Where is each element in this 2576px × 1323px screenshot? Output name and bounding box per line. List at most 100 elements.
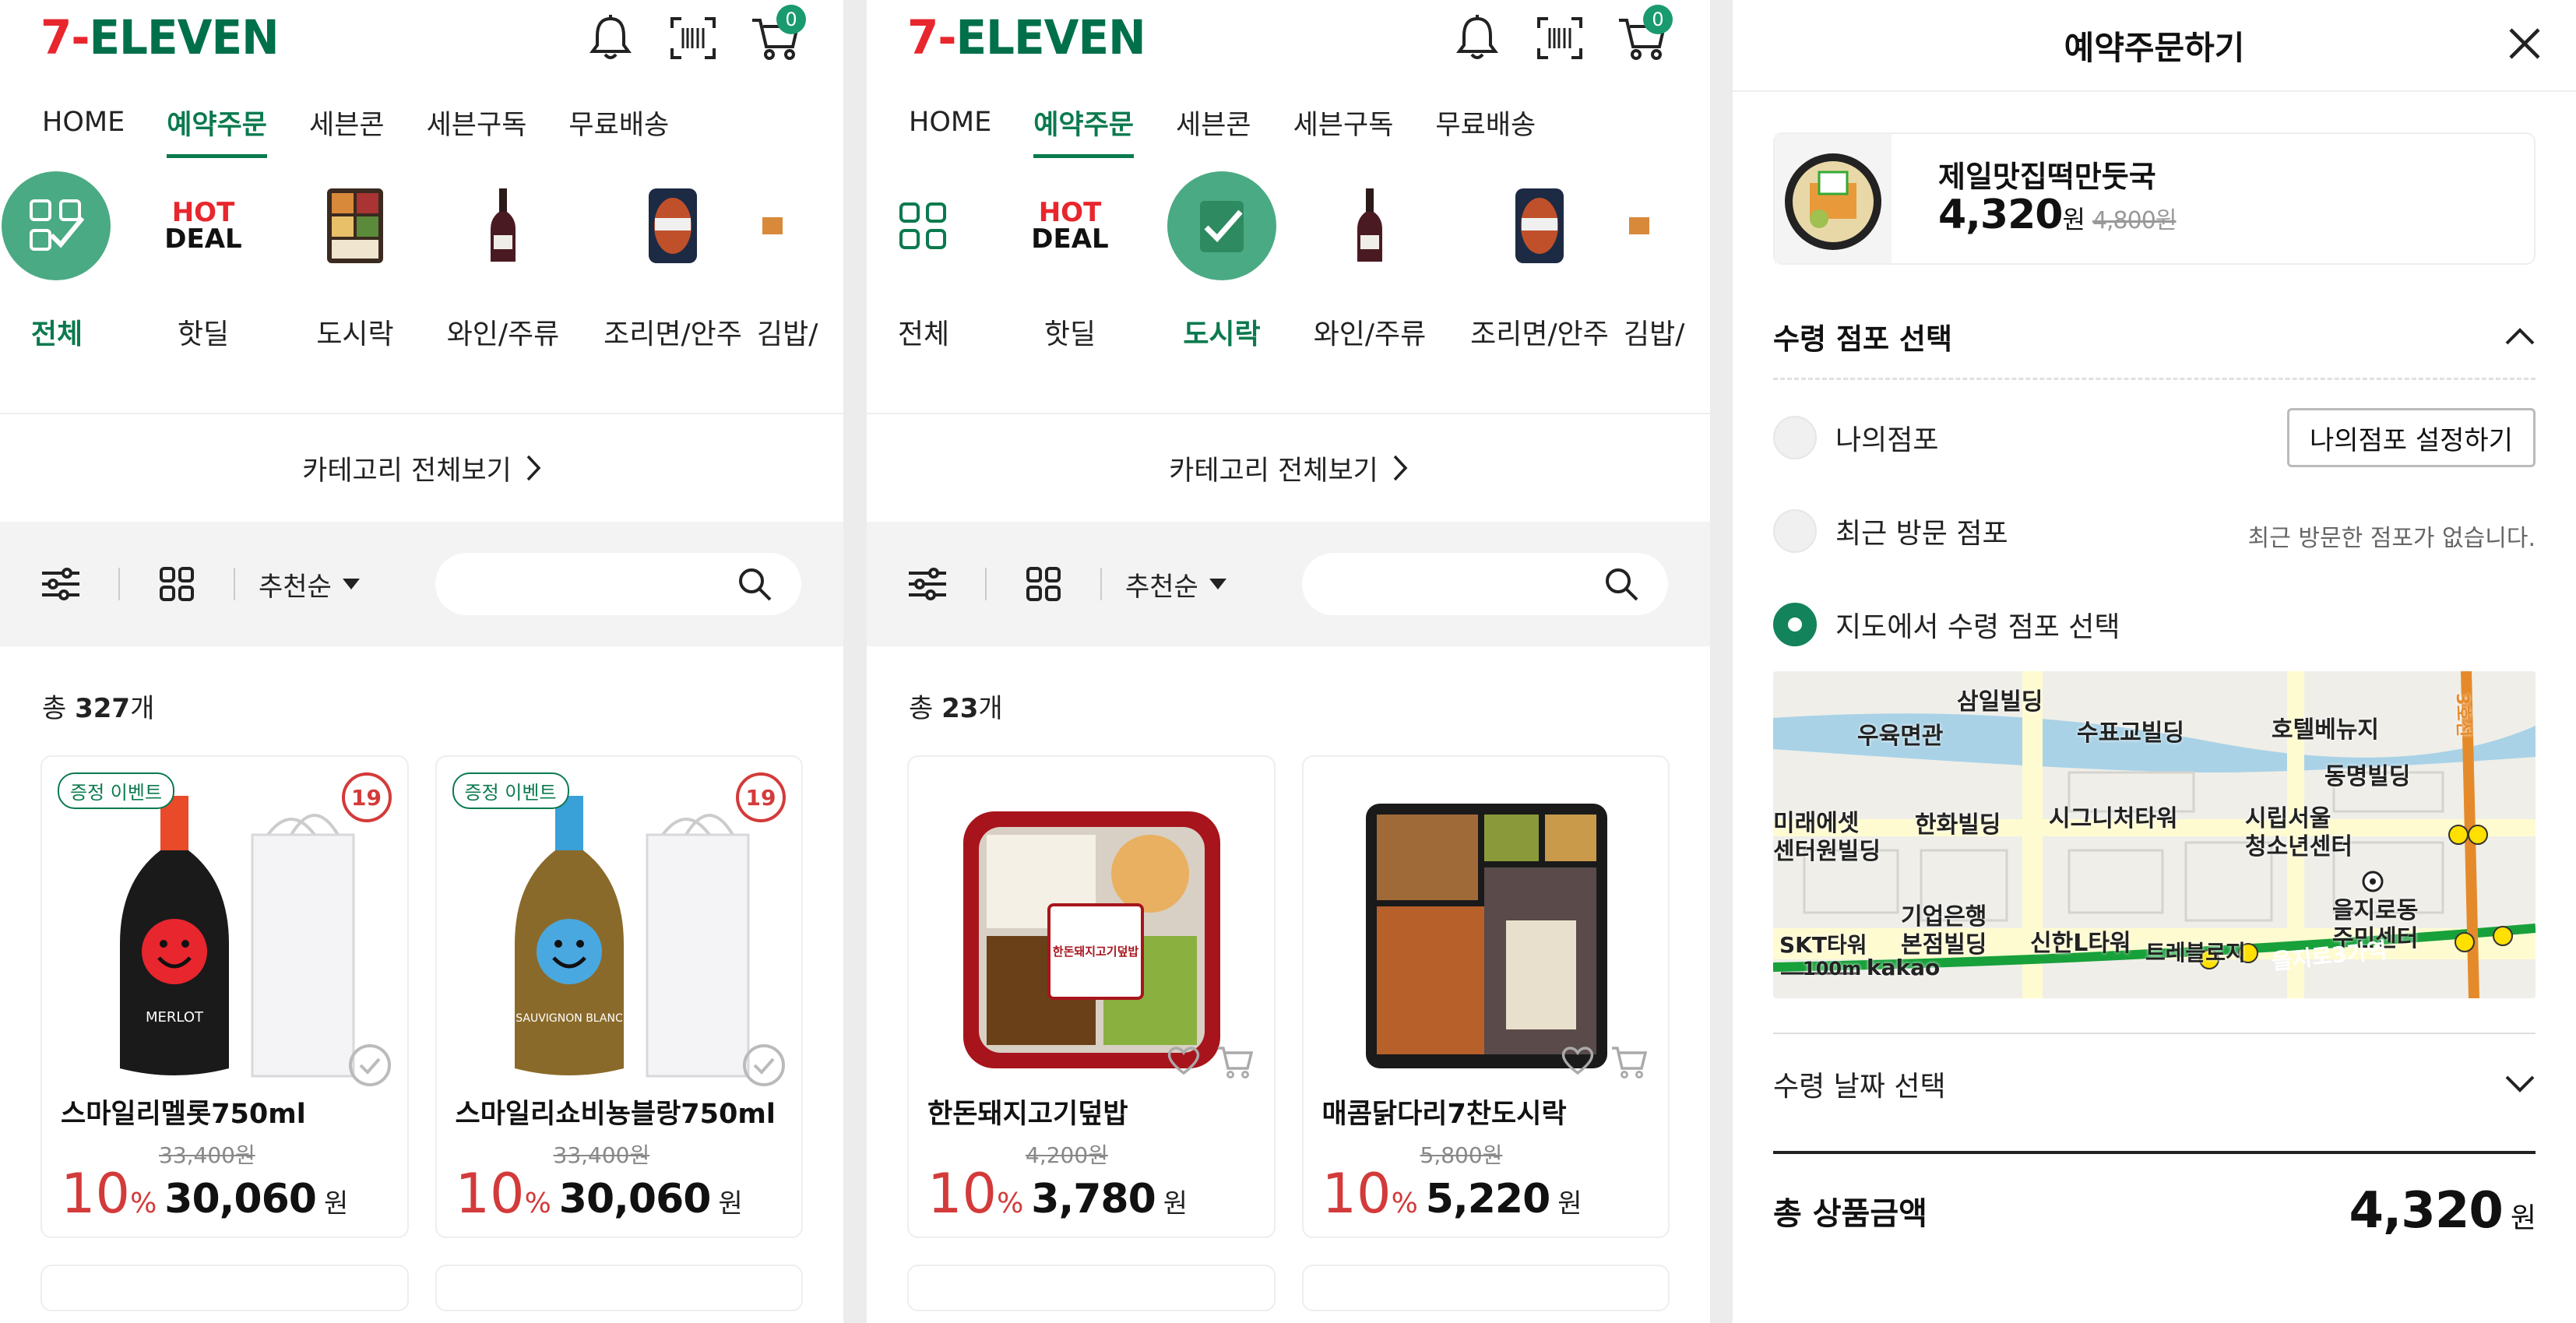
- count-number: 23: [941, 693, 979, 724]
- view-all-categories-link[interactable]: 카테고리 전체보기: [867, 413, 1710, 522]
- noodle-pack-icon: [1485, 171, 1594, 280]
- product-card[interactable]: MERLOT 증정 이벤트 19 스마일리멜롯750ml 33,400원 10%…: [40, 755, 409, 1238]
- option-label: 나의점포: [1835, 424, 1939, 456]
- sale-price: 5,220: [1425, 1176, 1550, 1223]
- view-all-categories-link[interactable]: 카테고리 전체보기: [0, 413, 843, 522]
- category-gimbap[interactable]: 김밥/: [757, 171, 843, 413]
- nav-reserve-order[interactable]: 예약주문: [1033, 103, 1134, 158]
- total-amount-row: 총 상품금액 4,320 원: [1773, 1151, 2536, 1268]
- cart-icon[interactable]: [1610, 1045, 1648, 1079]
- filter-sliders-icon[interactable]: [42, 567, 79, 601]
- cart-icon[interactable]: [1216, 1045, 1254, 1079]
- option-label: 최근 방문 점포: [1835, 518, 2008, 550]
- sale-price: 30,060: [164, 1176, 317, 1223]
- category-lunchbox[interactable]: 도시락: [1160, 171, 1284, 413]
- option-recent-store[interactable]: 최근 방문 점포 최근 방문한 점포가 없습니다.: [1773, 484, 2536, 578]
- seven-eleven-logo[interactable]: 7-ELEVEN: [40, 9, 280, 65]
- original-price: 4,800원: [2092, 207, 2177, 234]
- nav-seven-subscribe[interactable]: 세븐구독: [1293, 103, 1394, 147]
- view-all-label: 카테고리 전체보기: [1169, 455, 1378, 487]
- bell-icon[interactable]: [1452, 12, 1503, 64]
- nav-seven-con[interactable]: 세븐콘: [1176, 103, 1251, 147]
- product-image: MERLOT: [120, 796, 355, 1078]
- category-label: 도시락: [316, 318, 394, 350]
- grid-view-icon[interactable]: [159, 566, 195, 602]
- heart-icon[interactable]: [1561, 1045, 1595, 1076]
- category-noodle-snack[interactable]: 조리면/안주: [1455, 171, 1624, 413]
- price-unit: 원: [2062, 205, 2085, 234]
- grid-view-icon[interactable]: [1026, 566, 1061, 602]
- next-row-cards: [867, 1238, 1710, 1311]
- screen-lunchbox-category: 7-ELEVEN 0 HOME 예약주문 세븐콘 세븐구독 무료배송 전체 HO…: [867, 0, 1710, 1323]
- product-card[interactable]: [1301, 1265, 1670, 1311]
- seven-eleven-logo[interactable]: 7-ELEVEN: [907, 9, 1146, 65]
- category-label: 조리면/안주: [604, 318, 742, 350]
- nav-home[interactable]: HOME: [42, 107, 125, 143]
- nav-free-delivery[interactable]: 무료배송: [568, 103, 669, 147]
- product-card[interactable]: [907, 1265, 1276, 1311]
- map-label: 신한L타워: [2030, 930, 2131, 957]
- cart-icon[interactable]: 0: [750, 5, 806, 64]
- map-label: 청소년센터: [2245, 833, 2353, 860]
- map-label: 센터원빌딩: [1773, 838, 1881, 865]
- total-number: 4,320: [2349, 1182, 2503, 1240]
- result-count: 총 327개: [0, 646, 843, 755]
- sheet-title: 예약주문하기: [2064, 28, 2245, 67]
- option-map-select[interactable]: 지도에서 수령 점포 선택: [1773, 578, 2536, 671]
- product-card[interactable]: [40, 1265, 409, 1311]
- radio-my-store[interactable]: [1773, 416, 1817, 459]
- category-noodle-snack[interactable]: 조리면/안주: [589, 171, 757, 413]
- search-icon[interactable]: [1604, 567, 1638, 601]
- category-wine[interactable]: 와인/주류: [1284, 171, 1455, 413]
- filter-sliders-icon[interactable]: [909, 567, 946, 601]
- cart-icon[interactable]: 0: [1617, 5, 1673, 64]
- search-input[interactable]: [1302, 553, 1668, 615]
- option-label: 지도에서 수령 점포 선택: [1835, 611, 2120, 643]
- barcode-scan-icon[interactable]: [1534, 12, 1585, 64]
- product-card[interactable]: [435, 1265, 803, 1311]
- bottle-label-text: MERLOT: [146, 1009, 204, 1026]
- nav-reserve-order[interactable]: 예약주문: [167, 103, 267, 158]
- card-actions: [1561, 1045, 1648, 1079]
- date-section-header[interactable]: 수령 날짜 선택: [1773, 1033, 2536, 1134]
- nav-seven-con[interactable]: 세븐콘: [309, 103, 385, 147]
- sort-dropdown[interactable]: 추천순: [259, 565, 360, 603]
- grid-icon: [868, 171, 977, 280]
- chevron-up-icon[interactable]: [2504, 327, 2536, 346]
- kakao-map-logo: kakao: [1867, 955, 1941, 980]
- chevron-right-icon: [1393, 455, 1408, 481]
- category-gimbap[interactable]: 김밥/: [1624, 171, 1710, 413]
- check-circle-icon[interactable]: [742, 1043, 786, 1087]
- event-badge: 증정 이벤트: [452, 772, 569, 809]
- close-icon[interactable]: [2504, 23, 2545, 64]
- product-card[interactable]: 한돈돼지고기덮밥 한돈돼지고기덮밥 4,200원 10% 3,780 원: [907, 755, 1276, 1238]
- store-map[interactable]: 삼일빌딩 우육면관 수표교빌딩 호텔베뉴지 동명빌딩 미래에셋 센터원빌딩 한화…: [1773, 671, 2536, 998]
- order-product: 제일맛집떡만둣국 4,320원 4,800원: [1773, 132, 2536, 265]
- category-lunchbox[interactable]: 도시락: [293, 171, 417, 413]
- set-my-store-button[interactable]: 나의점포 설정하기: [2286, 408, 2536, 467]
- store-section-header[interactable]: 수령 점포 선택: [1773, 310, 2536, 380]
- bell-icon[interactable]: [585, 12, 636, 64]
- category-hot-deal[interactable]: HOT DEAL 핫딜: [980, 171, 1160, 413]
- category-wine[interactable]: 와인/주류: [417, 171, 589, 413]
- radio-map-select[interactable]: [1773, 603, 1817, 646]
- heart-icon[interactable]: [1167, 1045, 1201, 1076]
- category-all[interactable]: 전체: [0, 171, 114, 413]
- no-recent-store-note: 최근 방문한 점포가 없습니다.: [2247, 525, 2536, 552]
- option-my-store[interactable]: 나의점포 나의점포 설정하기: [1773, 391, 2536, 484]
- barcode-scan-icon[interactable]: [667, 12, 719, 64]
- nav-free-delivery[interactable]: 무료배송: [1435, 103, 1536, 147]
- search-icon[interactable]: [737, 567, 772, 601]
- category-label: 전체: [897, 318, 950, 350]
- product-card[interactable]: 매콤닭다리7찬도시락 5,800원 10% 5,220 원: [1301, 755, 1670, 1238]
- nav-seven-subscribe[interactable]: 세븐구독: [427, 103, 527, 147]
- check-circle-icon[interactable]: [348, 1043, 392, 1087]
- category-all[interactable]: 전체: [867, 171, 980, 413]
- search-input[interactable]: [435, 553, 801, 615]
- nav-home[interactable]: HOME: [909, 107, 991, 143]
- sort-dropdown[interactable]: 추천순: [1125, 565, 1226, 603]
- radio-recent-store[interactable]: [1773, 509, 1817, 553]
- chevron-down-icon[interactable]: [2504, 1075, 2536, 1093]
- product-card[interactable]: SAUVIGNON BLANC 증정 이벤트 19 스마일리쇼비뇽블랑750ml…: [435, 755, 803, 1238]
- category-hot-deal[interactable]: HOT DEAL 핫딜: [114, 171, 293, 413]
